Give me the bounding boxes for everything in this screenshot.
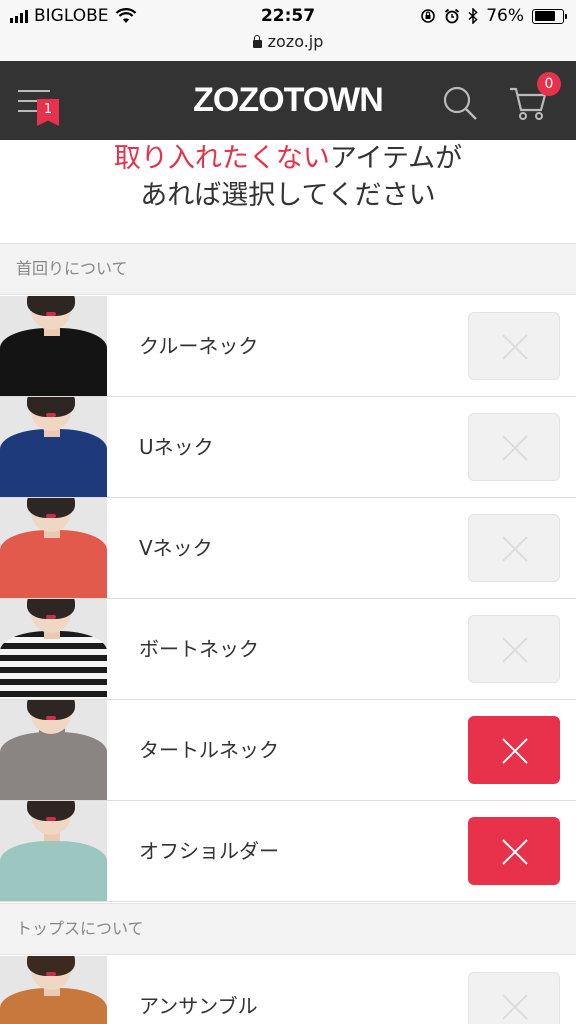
exclude-toggle-button[interactable] [468,817,560,885]
site-header: 1 ZOZOTOWN [0,61,576,140]
item-label: Uネック [139,435,214,459]
page-heading: 取り入れたくないアイテムが あれば選択してください [0,140,576,214]
item-label: クルーネック [139,334,259,358]
exclude-toggle-button[interactable] [468,312,560,380]
close-icon [502,334,528,360]
battery-percent: 76% [486,6,524,26]
list-item-turtleneck: タートルネック [0,700,576,801]
close-icon [502,994,528,1020]
url-bar[interactable]: zozo.jp [0,34,576,61]
exclude-toggle-button[interactable] [468,413,560,481]
item-thumbnail [0,498,107,598]
list-item-ensemble: アンサンブル [0,956,576,1024]
item-thumbnail [0,599,107,699]
section-header-neckline: 首回りについて [0,243,576,295]
list-item-boat-neck: ボートネック [0,599,576,700]
list-item-u-neck: Uネック [0,397,576,498]
search-icon[interactable] [440,83,480,123]
alarm-icon [445,8,460,24]
site-logo[interactable]: ZOZOTOWN [0,81,576,120]
exclude-toggle-button[interactable] [468,615,560,683]
item-thumbnail [0,700,107,800]
item-label: ボートネック [139,637,259,661]
bluetooth-icon [468,8,478,24]
item-thumbnail [0,296,107,396]
heading-line1-rest: アイテムが [329,143,463,174]
exclude-toggle-button[interactable] [468,716,560,784]
item-label: タートルネック [139,738,279,762]
exclude-toggle-button[interactable] [468,972,560,1024]
url-text: zozo.jp [267,32,324,51]
item-label: Vネック [139,536,213,560]
close-icon [502,536,528,562]
heading-highlight: 取り入れたくない [113,143,330,174]
status-bar: BIGLOBE 22:57 76% [0,0,576,34]
item-thumbnail [0,397,107,497]
close-icon [502,738,528,764]
item-thumbnail [0,801,107,901]
close-icon [502,839,528,865]
item-thumbnail [0,956,107,1024]
heading-line2: あれば選択してください [140,180,436,211]
close-icon [502,435,528,461]
section-header-tops: トップスについて [0,903,576,955]
item-label: アンサンブル [139,994,258,1018]
lock-icon [252,35,262,48]
battery-icon [532,8,567,24]
orientation-lock-icon [421,9,436,23]
list-item-off-shoulder: オフショルダー [0,801,576,902]
list-item-crew-neck: クルーネック [0,296,576,397]
list-item-v-neck: Vネック [0,498,576,599]
cart-count-badge: 0 [537,72,561,96]
close-icon [502,637,528,663]
exclude-toggle-button[interactable] [468,514,560,582]
item-label: オフショルダー [139,839,279,863]
